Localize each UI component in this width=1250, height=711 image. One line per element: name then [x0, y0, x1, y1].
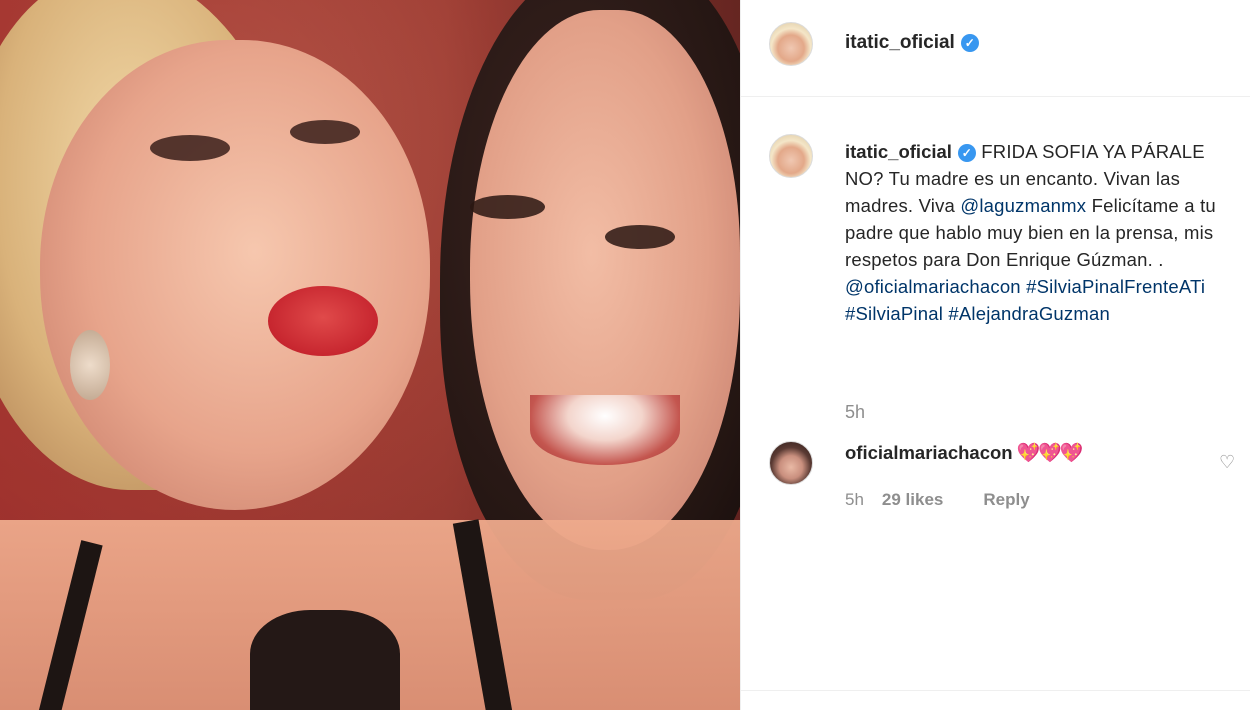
comment-text: oficialmariachacon 💖💖💖: [845, 441, 1084, 465]
post-sidebar: itatic_oficial ✓ itatic_oficial ✓ FRIDA SO…: [740, 0, 1250, 710]
comment-timestamp[interactable]: 5h: [845, 490, 864, 509]
comment-likes[interactable]: 29 likes: [882, 490, 943, 509]
photo-dress: [250, 610, 400, 710]
comment-username[interactable]: oficialmariachacon: [845, 442, 1013, 463]
mention-link[interactable]: @oficialmariachacon: [845, 276, 1021, 297]
post-actions-bar: [741, 690, 1250, 711]
mention-link[interactable]: @laguzmanmx: [960, 195, 1086, 216]
verified-badge-icon: ✓: [960, 33, 979, 52]
avatar[interactable]: [769, 441, 813, 485]
hashtag-link[interactable]: #SilviaPinal: [845, 303, 943, 324]
username-text[interactable]: itatic_oficial: [845, 32, 955, 53]
photo-face-left: [40, 40, 430, 510]
header-username[interactable]: itatic_oficial ✓: [845, 32, 979, 54]
photo-earring: [70, 330, 110, 400]
comment-meta: 5h 29 likes Reply: [845, 490, 1030, 510]
hashtag-link[interactable]: #AlejandraGuzman: [948, 303, 1110, 324]
photo-face-right: [470, 10, 740, 550]
post-photo[interactable]: [0, 0, 740, 710]
caption-username[interactable]: itatic_oficial: [845, 141, 952, 162]
photo-eye: [150, 135, 230, 161]
reply-button[interactable]: Reply: [983, 490, 1029, 509]
photo-eye: [605, 225, 675, 249]
verified-badge-icon: ✓: [957, 144, 976, 163]
photo-eye: [290, 120, 360, 144]
photo-eye: [470, 195, 545, 219]
avatar[interactable]: [769, 134, 813, 178]
caption-timestamp[interactable]: 5h: [845, 402, 865, 423]
caption-text: itatic_oficial ✓ FRIDA SOFIA YA PÁRALE NO…: [845, 138, 1230, 327]
heart-icon[interactable]: ♡: [1219, 452, 1235, 473]
comment-body: 💖💖💖: [1016, 443, 1084, 464]
post-header: itatic_oficial ✓: [741, 0, 1250, 97]
hashtag-link[interactable]: #SilviaPinalFrenteATi: [1026, 276, 1205, 297]
avatar[interactable]: [769, 22, 813, 66]
photo-lips: [268, 286, 378, 356]
photo-smile: [530, 395, 680, 465]
